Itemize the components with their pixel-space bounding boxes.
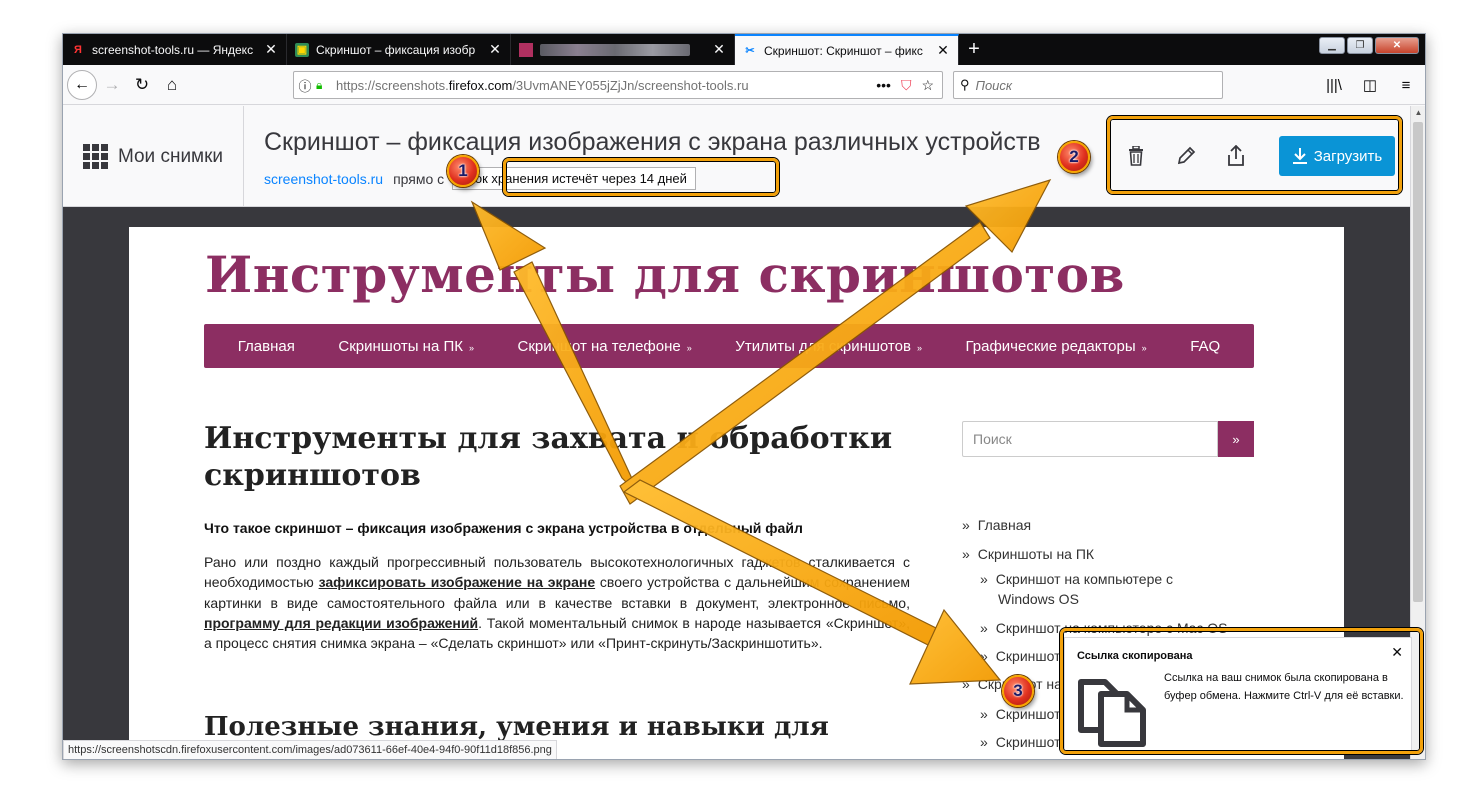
screenshot-canvas: Я screenshot-tools.ru — Яндекс ✕ ▣ Скрин…: [0, 0, 1459, 792]
arrow-to-3: [622, 479, 945, 649]
highlight-notification: [1060, 628, 1423, 754]
step-badge-2: 2: [1058, 141, 1090, 173]
highlight-expire: [503, 158, 779, 196]
step-badge-3: 3: [1002, 675, 1034, 707]
highlight-actions: [1107, 116, 1402, 194]
arrowhead-1: [470, 200, 547, 271]
step-badge-1: 1: [447, 155, 479, 187]
arrow-to-2: [619, 221, 991, 505]
arrow-to-1: [513, 261, 641, 497]
